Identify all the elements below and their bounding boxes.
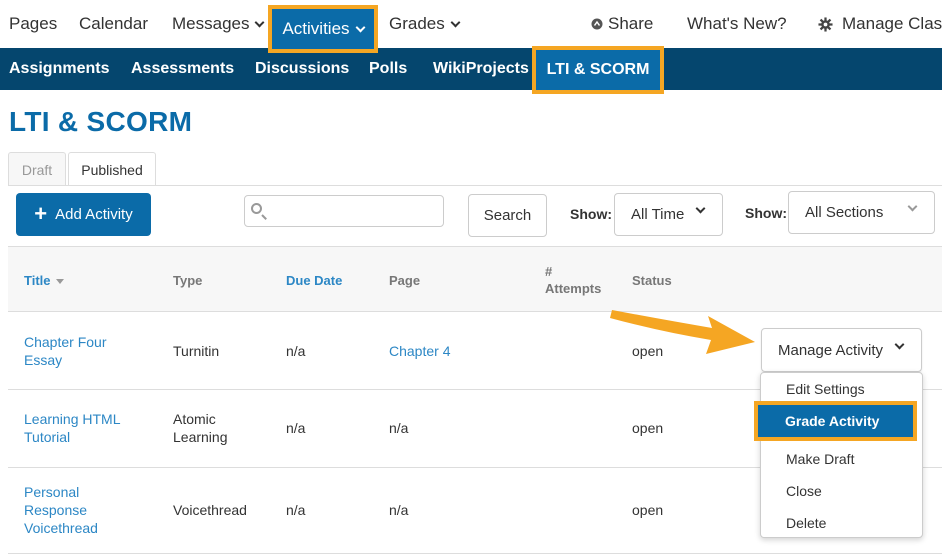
share-icon (591, 18, 603, 30)
row-status: open (632, 343, 664, 359)
subnav-lti-scorm[interactable]: LTI & SCORM (536, 50, 660, 90)
nav-calendar[interactable]: Calendar (79, 0, 148, 48)
row-due-date: n/a (286, 502, 306, 518)
row-status: open (632, 502, 664, 518)
menu-item-delete[interactable]: Delete (786, 515, 826, 531)
chevron-down-icon (355, 22, 365, 32)
tab-published[interactable]: Published (68, 152, 156, 186)
nav-messages[interactable]: Messages (172, 0, 265, 48)
nav-activities-highlight: Activities (268, 5, 378, 53)
subnav-lti-highlight: LTI & SCORM (532, 46, 664, 94)
row-page: n/a (389, 420, 409, 436)
header-title[interactable]: Title (24, 273, 65, 288)
table-header: Title Type Due Date Page # Attempts Stat… (8, 246, 942, 312)
section-filter-select[interactable]: All Sections (788, 191, 935, 234)
header-type: Type (173, 273, 203, 288)
row-title-link[interactable]: Learning HTML Tutorial (24, 410, 121, 446)
time-filter-select[interactable]: All Time (614, 193, 723, 236)
row-page-link[interactable]: Chapter 4 (389, 342, 450, 360)
subnav-discussions[interactable]: Discussions (255, 48, 349, 90)
subnav-polls[interactable]: Polls (369, 48, 407, 90)
row-page: n/a (389, 502, 409, 518)
tab-divider (8, 185, 942, 186)
show-sections-label: Show: (745, 205, 787, 221)
nav-grades[interactable]: Grades (389, 0, 461, 48)
manage-activity-button[interactable]: Manage Activity (761, 328, 922, 372)
tab-draft[interactable]: Draft (8, 152, 66, 186)
header-attempts-hash: # (545, 264, 553, 279)
row-title-link[interactable]: Chapter Four Essay (24, 333, 106, 369)
row-type: Turnitin (173, 343, 220, 359)
page-title: LTI & SCORM (9, 106, 193, 137)
row-due-date: n/a (286, 343, 306, 359)
nav-pages[interactable]: Pages (9, 0, 57, 48)
header-status: Status (632, 273, 672, 288)
sort-caret-icon (56, 279, 65, 284)
add-activity-button[interactable]: + Add Activity (16, 193, 151, 236)
header-attempts: Attempts (545, 281, 602, 296)
chevron-down-icon (695, 203, 706, 214)
subnav-assessments[interactable]: Assessments (131, 48, 234, 90)
nav-activities[interactable]: Activities (272, 9, 374, 49)
row-type: Atomic Learning (173, 411, 228, 445)
menu-item-make-draft[interactable]: Make Draft (786, 451, 854, 467)
search-button[interactable]: Search (468, 194, 547, 237)
menu-item-close[interactable]: Close (786, 483, 822, 499)
subnav-wikiprojects[interactable]: WikiProjects (433, 48, 529, 90)
subnav-assignments[interactable]: Assignments (9, 48, 109, 90)
header-due-date[interactable]: Due Date (286, 273, 342, 288)
chevron-down-icon (255, 17, 265, 27)
manage-activity-menu: Edit Settings Make Draft Close Delete (760, 372, 923, 538)
menu-item-grade-highlight: Grade Activity (754, 401, 917, 441)
nav-share[interactable]: Share (591, 0, 653, 48)
nav-manage-class[interactable]: Manage Class (818, 0, 942, 48)
chevron-down-icon (450, 17, 461, 27)
nav-whats-new[interactable]: What's New? (687, 0, 787, 48)
row-status: open (632, 420, 664, 436)
header-page: Page (389, 273, 421, 288)
chevron-down-icon (907, 201, 918, 212)
plus-icon: + (34, 200, 48, 226)
chevron-down-icon (894, 339, 905, 350)
top-nav: Pages Calendar Messages Grades Share Wha… (0, 0, 942, 48)
menu-item-edit-settings[interactable]: Edit Settings (786, 381, 865, 397)
sub-nav: Assignments Assessments Discussions Poll… (0, 48, 942, 90)
row-title-link[interactable]: Personal Response Voicethread (24, 483, 98, 537)
row-type: Voicethread (173, 502, 247, 518)
row-due-date: n/a (286, 420, 306, 436)
menu-item-grade-activity[interactable]: Grade Activity (758, 405, 913, 437)
gear-icon (818, 16, 833, 32)
show-time-label: Show: (570, 206, 612, 222)
search-input[interactable] (244, 195, 444, 227)
search-icon (251, 203, 262, 214)
